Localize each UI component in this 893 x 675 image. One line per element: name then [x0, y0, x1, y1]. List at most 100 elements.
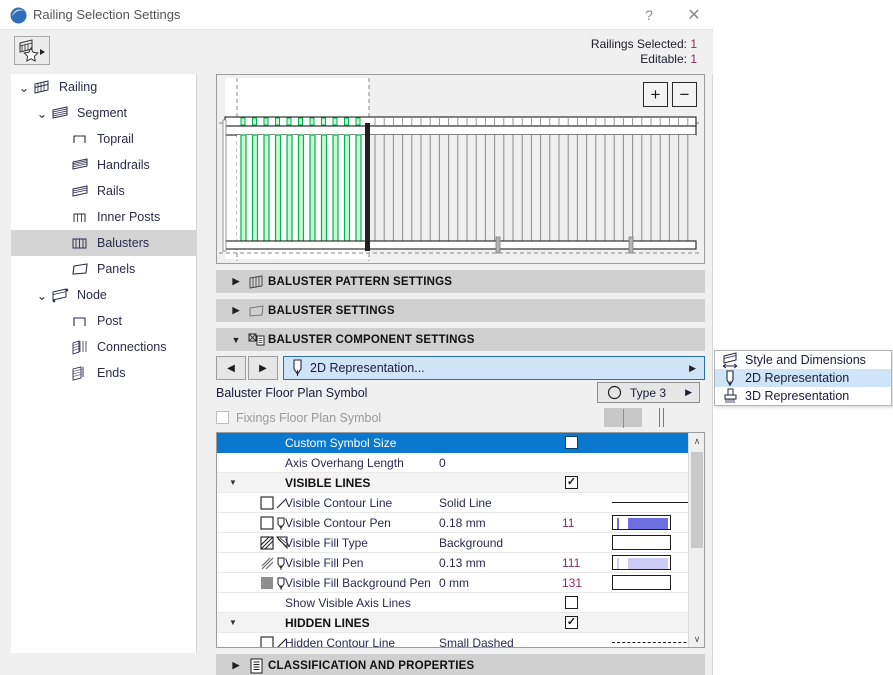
- row-value[interactable]: Small Dashed: [439, 636, 514, 649]
- tree-item-label: Inner Posts: [97, 210, 160, 224]
- tree-item-railing[interactable]: ⌄ Railing: [11, 74, 196, 100]
- pen-color-swatch[interactable]: [612, 515, 671, 530]
- row-checkbox[interactable]: [565, 596, 578, 609]
- floor-plan-symbol-row: Baluster Floor Plan Symbol Type 3 ▶: [216, 380, 705, 405]
- title-bar: Railing Selection Settings ? ✕: [0, 0, 713, 30]
- connections-icon: [69, 338, 91, 356]
- row-checkbox[interactable]: ✓: [565, 616, 578, 629]
- row-value[interactable]: 0: [439, 456, 446, 470]
- section-baluster-settings[interactable]: ▶BALUSTER SETTINGS: [216, 299, 705, 322]
- pen-2d-icon: [284, 359, 310, 377]
- zoom-out-button[interactable]: −: [672, 82, 697, 107]
- fixings-checkbox[interactable]: [216, 411, 229, 424]
- properties-icon: [244, 658, 268, 674]
- chevron-right-icon: ▶: [685, 387, 692, 398]
- row-label: Visible Fill Pen: [285, 556, 363, 570]
- row-pen-number[interactable]: 11: [562, 516, 574, 530]
- pen-color-swatch[interactable]: [612, 575, 671, 590]
- menu-item-2d-representation[interactable]: 2D Representation: [715, 369, 891, 387]
- screen-root: Railing Selection Settings ? ✕ Railin: [0, 0, 893, 675]
- chevron-down-icon[interactable]: ⌄: [35, 106, 49, 120]
- fixings-preview-swatch: [604, 408, 642, 427]
- representation-context-menu[interactable]: Style and Dimensions2D Representation 3D …: [714, 350, 892, 406]
- settings-row[interactable]: Custom Symbol Size: [217, 433, 689, 453]
- pen-color-swatch[interactable]: [612, 555, 671, 570]
- next-component-button[interactable]: ▶: [248, 356, 278, 380]
- settings-group-row[interactable]: ▼ HIDDEN LINES ✓: [217, 613, 689, 633]
- chevron-right-icon: ▶: [228, 276, 244, 287]
- settings-row[interactable]: Visible Fill Pen 0.13 mm 111: [217, 553, 689, 573]
- row-label: HIDDEN LINES: [285, 616, 370, 630]
- baluster-component-icon: [244, 332, 268, 348]
- previous-component-button[interactable]: ◀: [216, 356, 246, 380]
- scroll-down-icon[interactable]: ∨: [689, 631, 705, 647]
- content-column: + − ▶BALUSTER PATTERN SETTINGS ▶BALUSTER …: [216, 74, 705, 675]
- settings-row[interactable]: Axis Overhang Length 0: [217, 453, 689, 473]
- zoom-in-button[interactable]: +: [643, 82, 668, 107]
- tree-item-segment[interactable]: ⌄Segment: [11, 100, 196, 126]
- section-baluster-pattern-settings[interactable]: ▶BALUSTER PATTERN SETTINGS: [216, 270, 705, 293]
- pen-color-swatch[interactable]: [612, 535, 671, 550]
- settings-row[interactable]: Hidden Contour LineSmall Dashed: [217, 633, 689, 648]
- pen-2d-icon: [715, 369, 745, 387]
- chevron-down-icon[interactable]: ⌄: [35, 288, 49, 302]
- chevron-down-icon[interactable]: ▼: [229, 618, 237, 627]
- section-baluster-component-settings[interactable]: ▼BALUSTER COMPONENT SETTINGS: [216, 328, 705, 351]
- scrollbar-thumb[interactable]: [691, 452, 703, 548]
- row-checkbox[interactable]: [565, 436, 578, 449]
- component-dropdown[interactable]: 2D Representation... ▶: [283, 356, 705, 380]
- chevron-down-icon[interactable]: ▼: [229, 478, 237, 487]
- editable-line: Editable: 1: [591, 52, 697, 67]
- settings-row[interactable]: Visible Contour Line Solid Line: [217, 493, 689, 513]
- row-value[interactable]: Background: [439, 536, 503, 550]
- settings-list-scrollbar[interactable]: ∧ ∨: [688, 433, 704, 647]
- row-value[interactable]: 0.13 mm: [439, 556, 486, 570]
- tree-item-handrails[interactable]: Handrails: [11, 152, 196, 178]
- row-value[interactable]: 0.18 mm: [439, 516, 486, 530]
- row-pen-number[interactable]: 111: [562, 556, 580, 570]
- row-pen-number[interactable]: 131: [562, 576, 582, 590]
- node-icon: [49, 286, 71, 304]
- tree-item-rails[interactable]: Rails: [11, 178, 196, 204]
- handrails-icon: [69, 156, 91, 174]
- row-value[interactable]: Solid Line: [439, 496, 492, 510]
- row-label: Axis Overhang Length: [285, 456, 404, 470]
- floor-plan-symbol-dropdown[interactable]: Type 3 ▶: [597, 382, 700, 403]
- tree-item-panels[interactable]: Panels: [11, 256, 196, 282]
- close-button[interactable]: ✕: [672, 0, 716, 30]
- tree-item-connections[interactable]: Connections: [11, 334, 196, 360]
- tree-item-inner-posts[interactable]: Inner Posts: [11, 204, 196, 230]
- tree-item-ends[interactable]: Ends: [11, 360, 196, 386]
- settings-row[interactable]: Visible Fill Background Pen0 mm131: [217, 573, 689, 593]
- chevron-down-icon[interactable]: ⌄: [17, 80, 31, 94]
- baluster-pattern-icon: [244, 274, 268, 290]
- tree-item-label: Node: [77, 288, 107, 302]
- section-classification-and-properties[interactable]: ▶ CLASSIFICATION AND PROPERTIES: [216, 654, 705, 675]
- menu-item-label: 3D Representation: [745, 389, 849, 403]
- segment-icon: [49, 104, 71, 122]
- tree-item-label: Balusters: [97, 236, 149, 250]
- tree-item-balusters[interactable]: Balusters: [11, 230, 196, 256]
- help-button[interactable]: ?: [627, 0, 671, 30]
- menu-item-3d-representation[interactable]: 3D Representation: [715, 387, 891, 405]
- floor-plan-symbol-label: Baluster Floor Plan Symbol: [216, 386, 367, 400]
- settings-list[interactable]: Custom Symbol Size Axis Overhang Length 0 ▼…: [216, 432, 705, 648]
- settings-group-row[interactable]: ▼VISIBLE LINES✓: [217, 473, 689, 493]
- circle-symbol-icon: [607, 385, 622, 400]
- scroll-up-icon[interactable]: ∧: [689, 433, 705, 449]
- row-checkbox[interactable]: ✓: [565, 476, 578, 489]
- row-value[interactable]: 0 mm: [439, 576, 469, 590]
- settings-tree[interactable]: ⌄ Railing ⌄SegmentToprailHandrailsRails Inn…: [11, 74, 197, 653]
- tree-item-node[interactable]: ⌄ Node: [11, 282, 196, 308]
- menu-item-style-and-dimensions[interactable]: Style and Dimensions: [715, 351, 891, 369]
- tree-item-toprail[interactable]: Toprail: [11, 126, 196, 152]
- tree-item-post[interactable]: Post: [11, 308, 196, 334]
- settings-row[interactable]: Visible Fill TypeBackground: [217, 533, 689, 553]
- tree-item-label: Railing: [59, 80, 97, 94]
- settings-row[interactable]: Visible Contour Pen0.18 mm11: [217, 513, 689, 533]
- favorites-button[interactable]: [14, 36, 50, 65]
- settings-row[interactable]: Show Visible Axis Lines: [217, 593, 689, 613]
- railings-selected-label: Railings Selected:: [591, 37, 687, 51]
- row-label: Visible Contour Line: [285, 496, 392, 510]
- railing-preview[interactable]: + −: [216, 74, 705, 264]
